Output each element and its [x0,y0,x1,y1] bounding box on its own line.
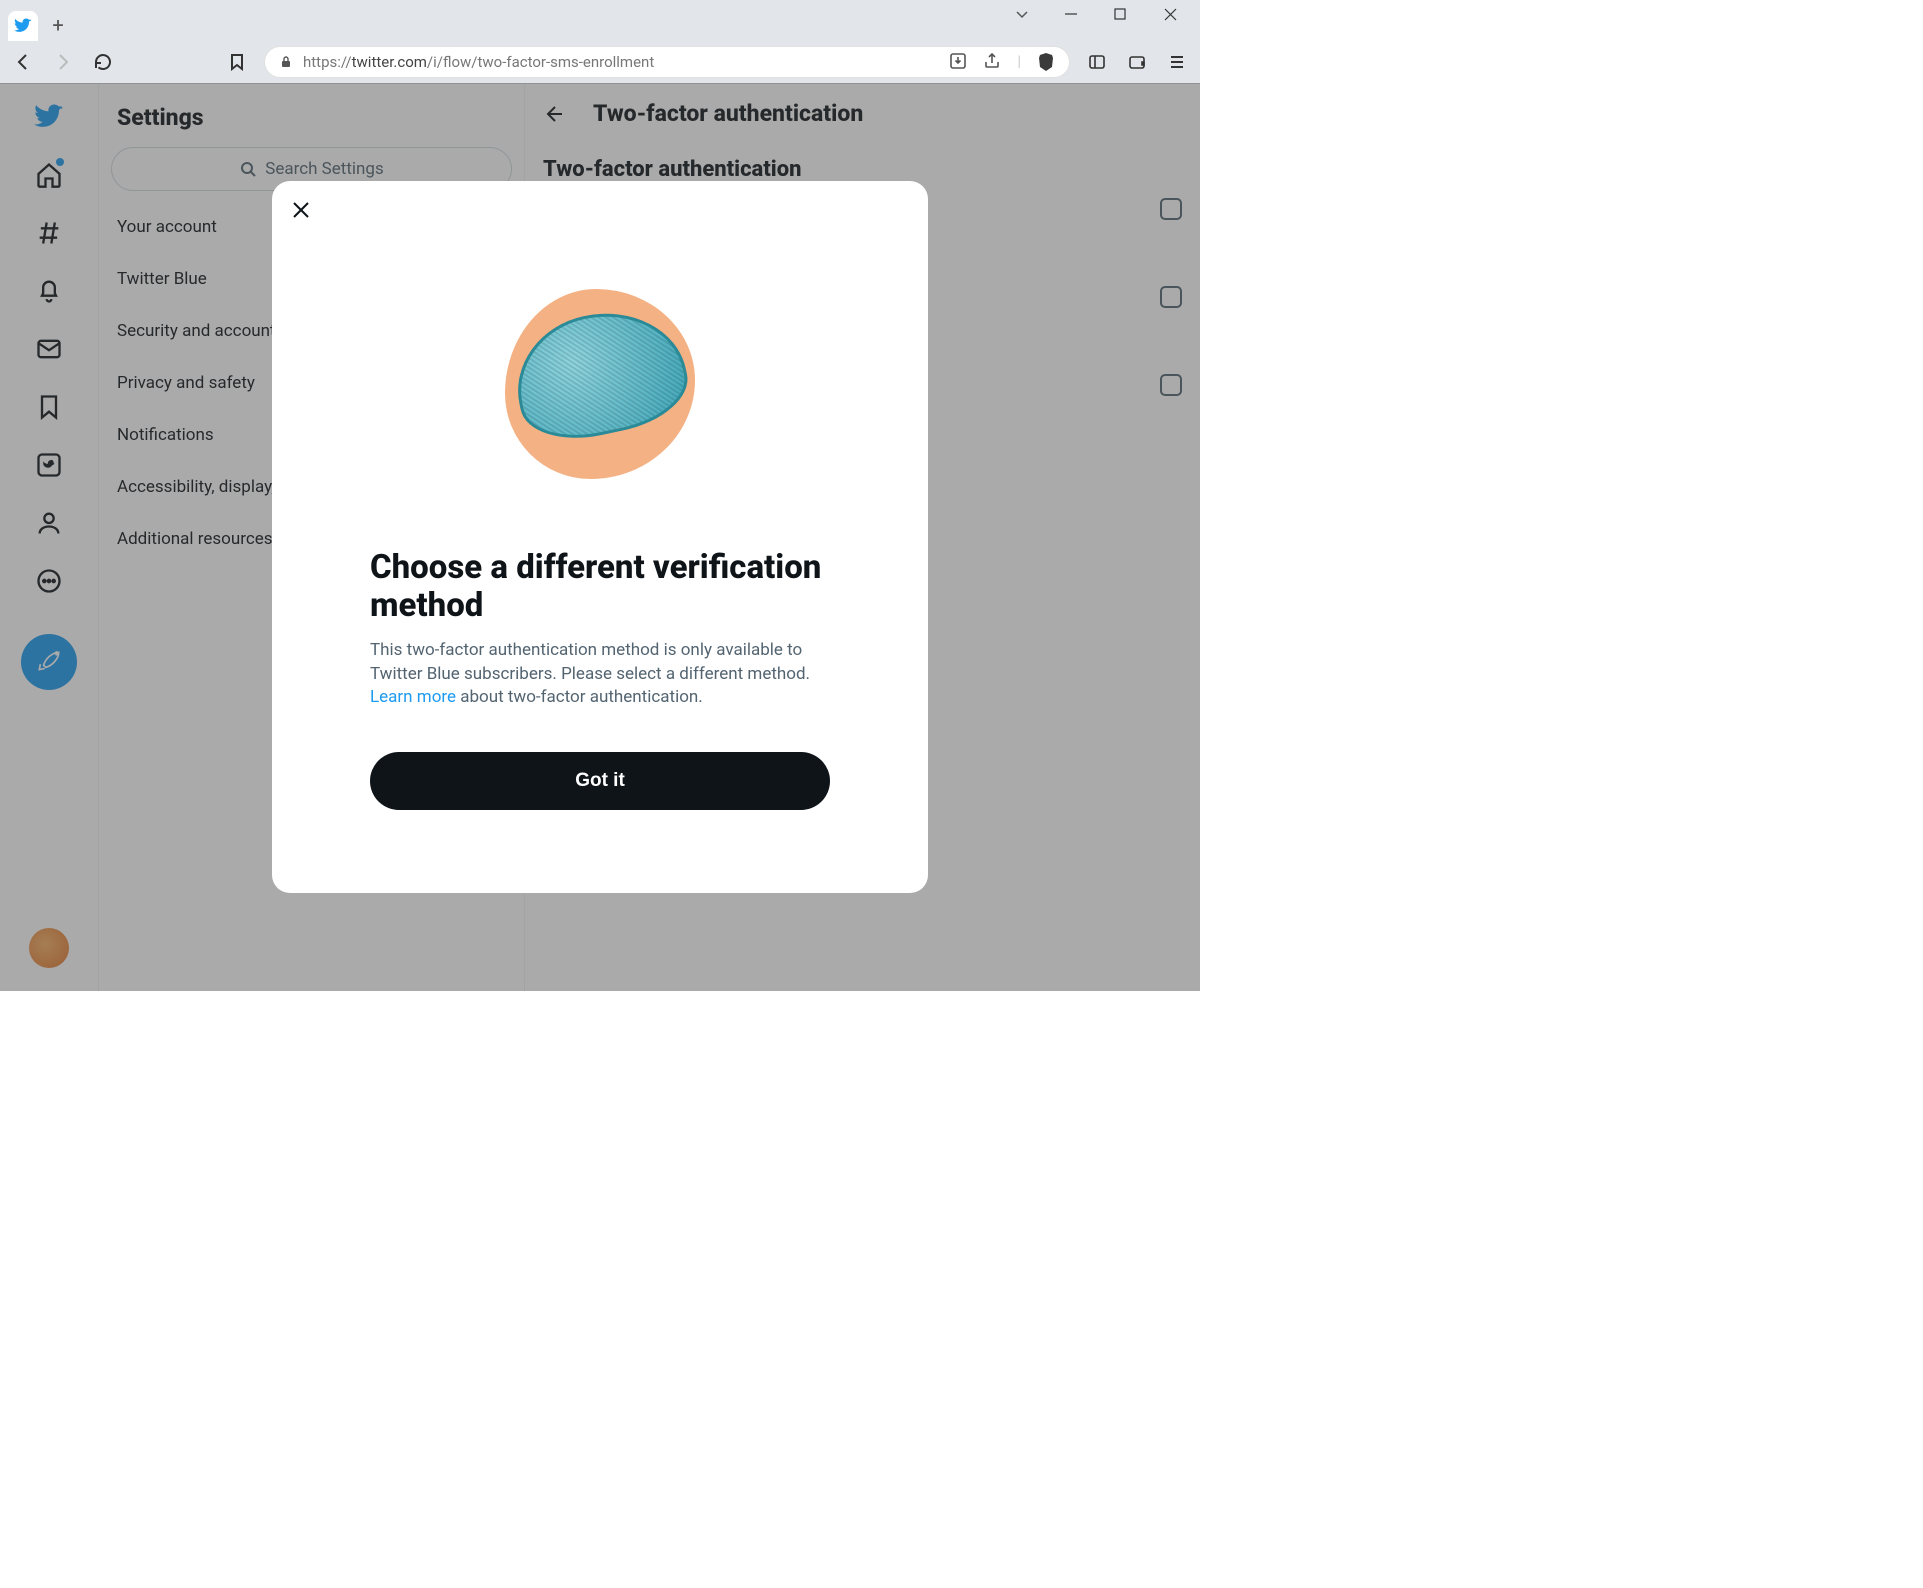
modal-learn-more-link[interactable]: Learn more [370,687,456,707]
nav-forward-button [50,49,76,75]
twitter-icon [14,17,32,35]
chevron-down-icon[interactable] [1014,6,1044,22]
new-tab-button[interactable]: + [44,11,72,39]
illustration [495,279,705,489]
share-icon[interactable] [983,52,1001,72]
url-bar[interactable]: https://twitter.com/i/flow/two-factor-sm… [264,46,1070,78]
maximize-button[interactable] [1114,8,1144,20]
close-icon [290,199,312,221]
close-button[interactable] [1164,8,1194,21]
modal-dialog: Choose a different verification method T… [272,181,928,893]
modal-confirm-button[interactable]: Got it [370,752,830,810]
url-text: https://twitter.com/i/flow/two-factor-sm… [303,53,654,71]
sidebar-button[interactable] [1084,49,1110,75]
menu-button[interactable] [1164,49,1190,75]
browser-chrome: + ht [0,0,1200,84]
nav-back-button[interactable] [10,49,36,75]
wallet-button[interactable] [1124,49,1150,75]
modal-body-text: This two-factor authentication method is… [370,639,830,710]
minimize-button[interactable] [1064,7,1094,21]
modal-close-button[interactable] [290,199,312,221]
bookmark-toolbar-button[interactable] [224,49,250,75]
brave-shield-icon[interactable] [1037,52,1055,72]
lock-icon [279,55,293,69]
browser-tab[interactable] [8,11,38,41]
modal-title: Choose a different verification method [370,549,830,625]
reload-button[interactable] [90,49,116,75]
modal-overlay: Choose a different verification method T… [0,83,1200,991]
install-app-icon[interactable] [949,52,967,72]
